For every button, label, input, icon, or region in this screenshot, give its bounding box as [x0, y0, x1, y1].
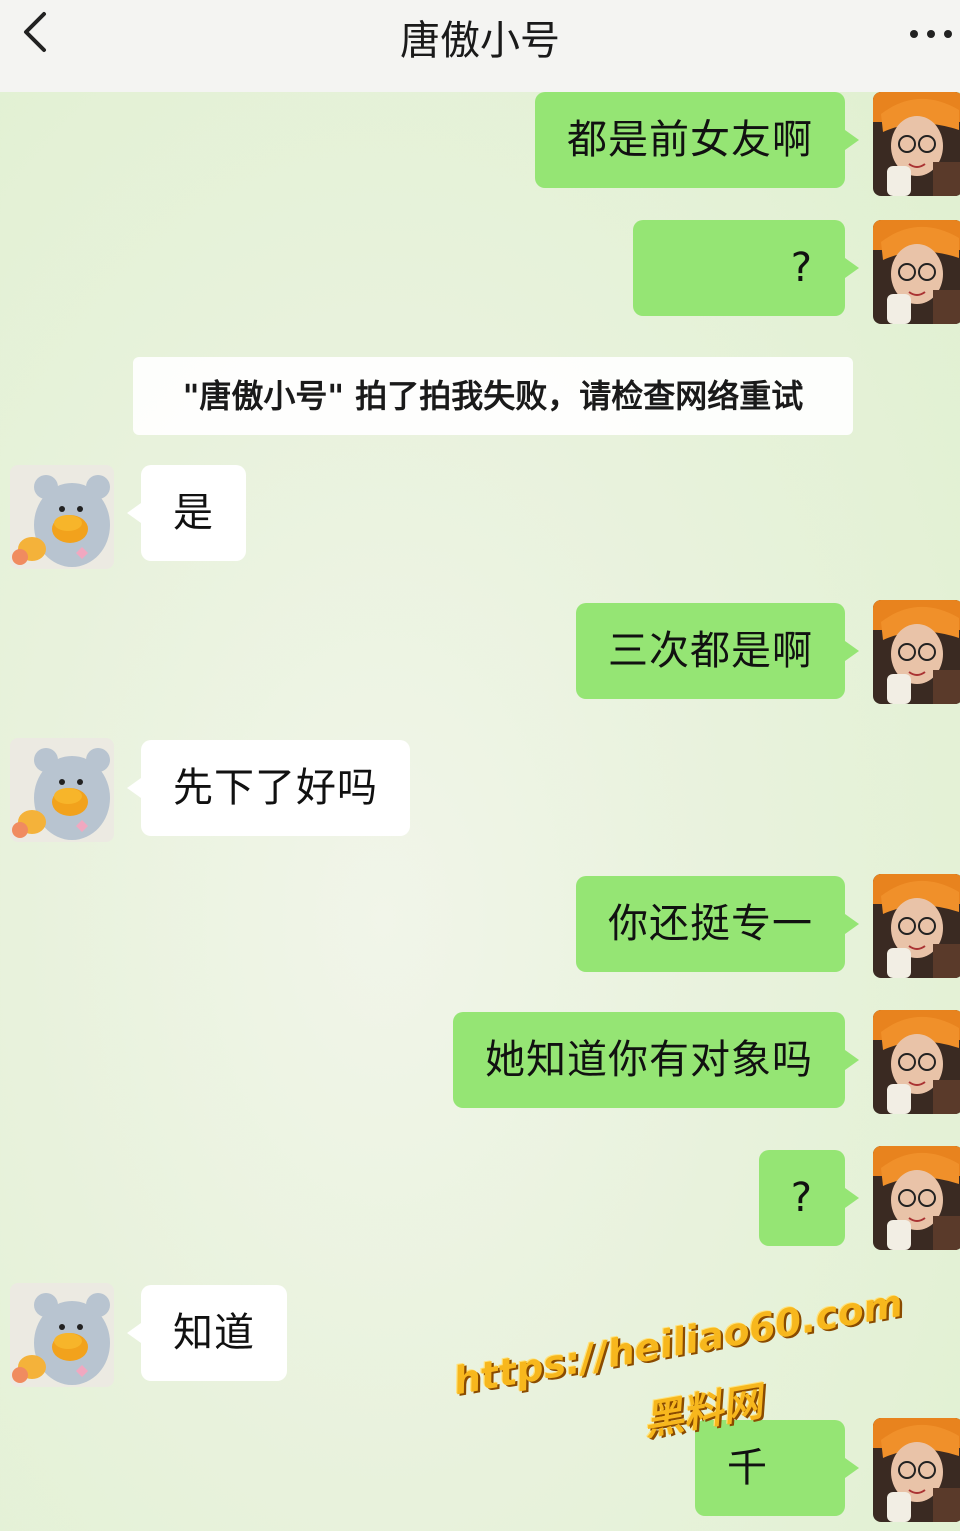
my-avatar[interactable]: [873, 600, 960, 704]
my-avatar[interactable]: [873, 874, 960, 978]
chat-header: 唐傲小号: [0, 0, 960, 92]
my-avatar[interactable]: [873, 1010, 960, 1114]
message-bubble-sent[interactable]: ?: [758, 1150, 860, 1246]
my-avatar[interactable]: [873, 220, 960, 324]
message-text: ?: [790, 245, 813, 291]
chat-title: 唐傲小号: [400, 18, 560, 64]
message-bubble-sent[interactable]: 都是前女友啊: [535, 92, 859, 188]
contact-avatar[interactable]: [10, 738, 114, 842]
more-dots-icon[interactable]: [906, 24, 956, 44]
message-bubble-sent[interactable]: 你还挺专一: [576, 876, 859, 972]
message-bubble-sent[interactable]: 三次都是啊: [576, 603, 859, 699]
message-bubble-received[interactable]: 先下了好吗: [127, 740, 410, 836]
message-bubble-sent[interactable]: ?: [633, 220, 859, 316]
my-avatar[interactable]: [873, 1146, 960, 1250]
contact-avatar[interactable]: [10, 465, 114, 569]
my-avatar[interactable]: [873, 92, 960, 196]
watermark: https://heiliao60.com 黑料网: [450, 1280, 924, 1478]
contact-avatar[interactable]: [10, 1283, 114, 1387]
message-bubble-received[interactable]: 知道: [127, 1285, 287, 1381]
message-bubble-sent[interactable]: 她知道你有对象吗: [453, 1012, 859, 1108]
system-notice: "唐傲小号" 拍了拍我失败，请检查网络重试: [133, 357, 853, 435]
my-avatar[interactable]: [873, 1418, 960, 1522]
message-bubble-received[interactable]: 是: [127, 465, 246, 561]
